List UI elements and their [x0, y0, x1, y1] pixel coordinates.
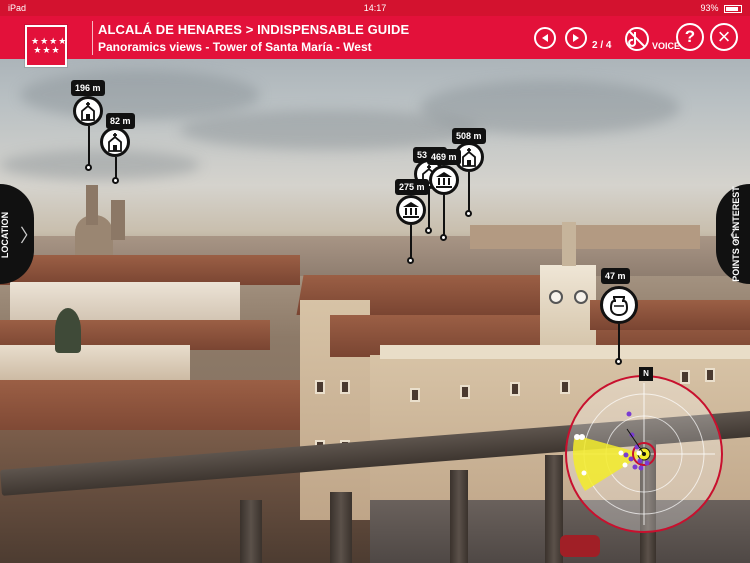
- church-icon: [100, 127, 130, 157]
- marker-anchor: [112, 177, 119, 184]
- header-divider: [92, 21, 93, 55]
- marker-stem: [410, 225, 412, 259]
- close-button[interactable]: ×: [710, 23, 738, 51]
- chevron-right-icon: 〉: [20, 226, 38, 246]
- church-icon: [73, 96, 103, 126]
- marker-distance: 196 m: [71, 80, 105, 96]
- page-counter: 2 / 4: [592, 40, 612, 51]
- previous-button[interactable]: [534, 27, 556, 49]
- battery-icon: [724, 4, 742, 13]
- points-of-interest-tab[interactable]: POINTS OF INTEREST 〈: [716, 184, 750, 284]
- marker-stem: [468, 172, 470, 212]
- community-of-madrid-logo: ★★★★ ★★★: [25, 25, 67, 67]
- marker-distance: 47 m: [601, 268, 630, 284]
- stars-icon: ★★★★ ★★★: [31, 36, 68, 55]
- marker-anchor: [440, 234, 447, 241]
- marker-anchor: [465, 210, 472, 217]
- marker-stem: [443, 195, 445, 235]
- marker-distance: 275 m: [395, 179, 429, 195]
- museum-icon: [396, 195, 426, 225]
- help-icon: ?: [684, 27, 696, 46]
- marker-anchor: [407, 257, 414, 264]
- next-button[interactable]: [565, 27, 587, 49]
- clock: 14:17: [363, 3, 387, 13]
- radar-compass[interactable]: N: [565, 367, 723, 533]
- previous-icon: [542, 34, 548, 42]
- north-indicator: N: [639, 367, 653, 381]
- voice-muted-icon: [625, 27, 649, 51]
- poi-marker-church[interactable]: 82 m: [100, 113, 136, 188]
- help-button[interactable]: ?: [676, 23, 704, 51]
- marker-anchor: [85, 164, 92, 171]
- marker-stem: [88, 126, 90, 168]
- app-header: ALCALÁ DE HENARES > INDISPENSABLE GUIDE …: [0, 16, 750, 59]
- voice-label: VOICE: [652, 41, 681, 51]
- page-subtitle: Panoramics views - Tower of Santa María …: [98, 40, 372, 54]
- status-bar: iPad 14:17 93%: [0, 0, 750, 16]
- close-icon: ×: [717, 24, 731, 49]
- marker-stem: [618, 324, 620, 360]
- location-tab-label: LOCATION: [0, 211, 11, 259]
- radar-graphic: [572, 383, 715, 525]
- marker-anchor: [615, 358, 622, 365]
- page-title: ALCALÁ DE HENARES > INDISPENSABLE GUIDE: [98, 22, 410, 37]
- chevron-left-icon: 〈: [720, 226, 738, 246]
- urn-icon: [600, 286, 638, 324]
- marker-distance: 469 m: [427, 149, 461, 165]
- voice-toggle[interactable]: [624, 26, 650, 52]
- poi-marker-museum[interactable]: 275 m: [394, 179, 434, 269]
- next-icon: [573, 34, 579, 42]
- poi-marker-monument[interactable]: 47 m: [598, 268, 642, 370]
